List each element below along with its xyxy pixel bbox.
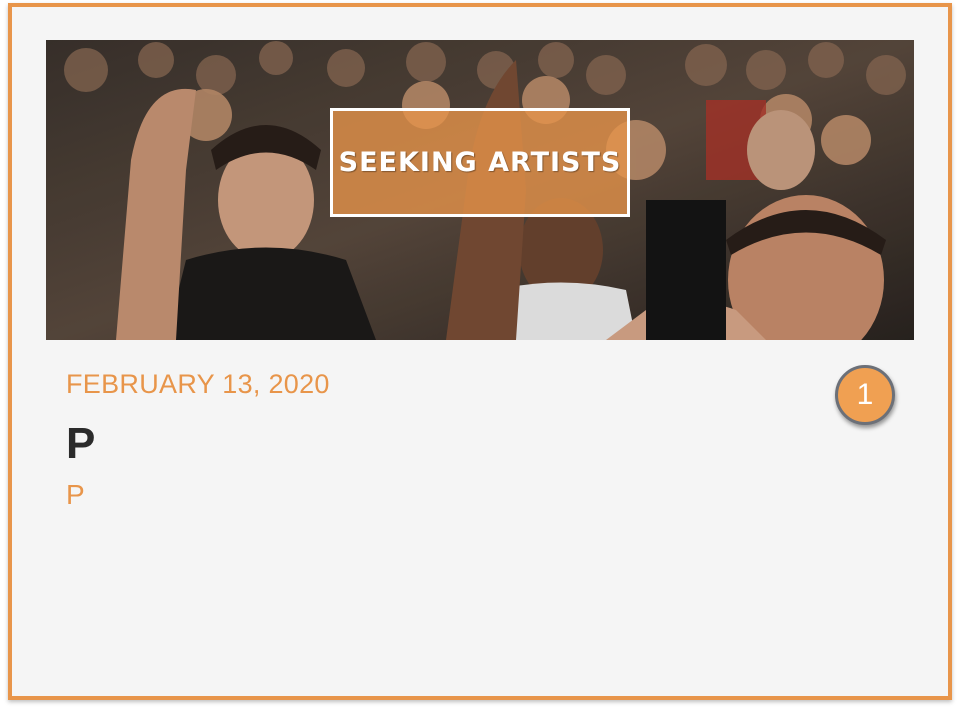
event-date: FEBRUARY 13, 2020	[66, 369, 330, 399]
event-card[interactable]: SEEKING ARTISTS FEBRUARY 13, 2020 1 P P	[8, 3, 952, 700]
seeking-artists-label: SEEKING ARTISTS	[330, 108, 630, 217]
banner-image[interactable]: SEEKING ARTISTS	[46, 40, 914, 340]
card-subtitle: P	[66, 479, 85, 510]
count-badge[interactable]: 1	[835, 365, 895, 425]
card-title[interactable]: P	[66, 419, 95, 469]
